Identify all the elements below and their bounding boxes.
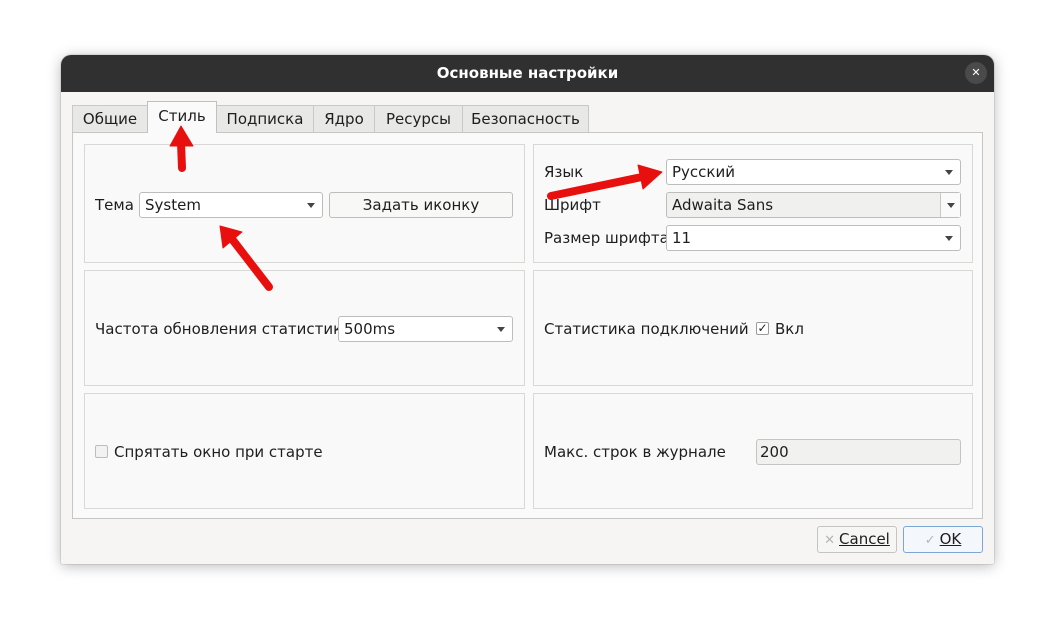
window-title: Основные настройки	[436, 64, 619, 82]
hide-on-start-label[interactable]: Спрятать окно при старте	[114, 443, 323, 461]
chevron-down-icon	[945, 170, 953, 175]
connection-stats-checkbox-label[interactable]: Вкл	[775, 320, 804, 338]
title-bar: Основные настройки ✕	[61, 55, 994, 92]
cancel-label: Cancel	[839, 530, 890, 548]
check-icon: ✓	[924, 533, 936, 548]
font-size-value: 11	[672, 229, 692, 247]
font-value: Adwaita Sans	[672, 196, 774, 214]
chevron-down-icon	[945, 236, 953, 241]
font-size-label: Размер шрифта	[544, 229, 669, 247]
theme-value: System	[145, 196, 201, 214]
connection-stats-label: Статистика подключений	[544, 320, 749, 338]
tab-resources[interactable]: Ресурсы	[374, 105, 463, 132]
connection-stats-group: Статистика подключений ✓ Вкл	[533, 270, 973, 386]
tab-subscription[interactable]: Подписка	[216, 105, 314, 132]
cancel-button[interactable]: ✕ Cancel	[817, 526, 897, 553]
check-icon: ✓	[757, 321, 768, 335]
tab-general[interactable]: Общие	[72, 105, 148, 132]
language-value: Русский	[672, 163, 735, 181]
max-log-lines-label: Макс. строк в журнале	[544, 443, 726, 461]
font-label: Шрифт	[544, 196, 601, 214]
settings-dialog: Основные настройки ✕ Общие Стиль Подписк…	[61, 55, 994, 564]
language-label: Язык	[544, 163, 584, 181]
hide-on-start-group: Спрятать окно при старте	[84, 393, 525, 509]
max-log-lines-group: Макс. строк в журнале 200	[533, 393, 973, 509]
max-log-lines-input[interactable]: 200	[756, 439, 961, 465]
connection-stats-checkbox[interactable]: ✓	[756, 322, 769, 335]
theme-select[interactable]: System	[139, 192, 323, 218]
tab-core[interactable]: Ядро	[313, 105, 375, 132]
stats-rate-select[interactable]: 500ms	[338, 316, 513, 342]
stats-rate-group: Частота обновления статистики 500ms	[84, 270, 525, 386]
stats-rate-label: Частота обновления статистики	[95, 320, 352, 338]
style-tab-panel: Тема System Задать иконку Язык Русский Ш…	[72, 132, 983, 519]
font-size-select[interactable]: 11	[666, 225, 961, 251]
chevron-down-icon	[307, 203, 315, 208]
theme-group: Тема System Задать иконку	[84, 144, 525, 263]
ok-label: OK	[939, 530, 962, 548]
hide-on-start-checkbox[interactable]	[95, 445, 108, 458]
theme-label: Тема	[95, 196, 134, 214]
set-icon-button[interactable]: Задать иконку	[329, 192, 513, 218]
ok-button[interactable]: ✓ OK	[903, 526, 983, 553]
close-button[interactable]: ✕	[965, 62, 987, 84]
language-font-group: Язык Русский Шрифт Adwaita Sans Размер ш…	[533, 144, 973, 263]
tab-security[interactable]: Безопасность	[462, 105, 589, 132]
tab-style[interactable]: Стиль	[147, 101, 217, 133]
close-icon: ✕	[971, 66, 981, 79]
font-select[interactable]: Adwaita Sans	[666, 192, 961, 218]
stats-rate-value: 500ms	[344, 320, 396, 338]
chevron-down-icon	[497, 327, 505, 332]
x-icon: ✕	[824, 533, 836, 548]
chevron-down-icon	[947, 203, 955, 208]
language-select[interactable]: Русский	[666, 159, 961, 185]
